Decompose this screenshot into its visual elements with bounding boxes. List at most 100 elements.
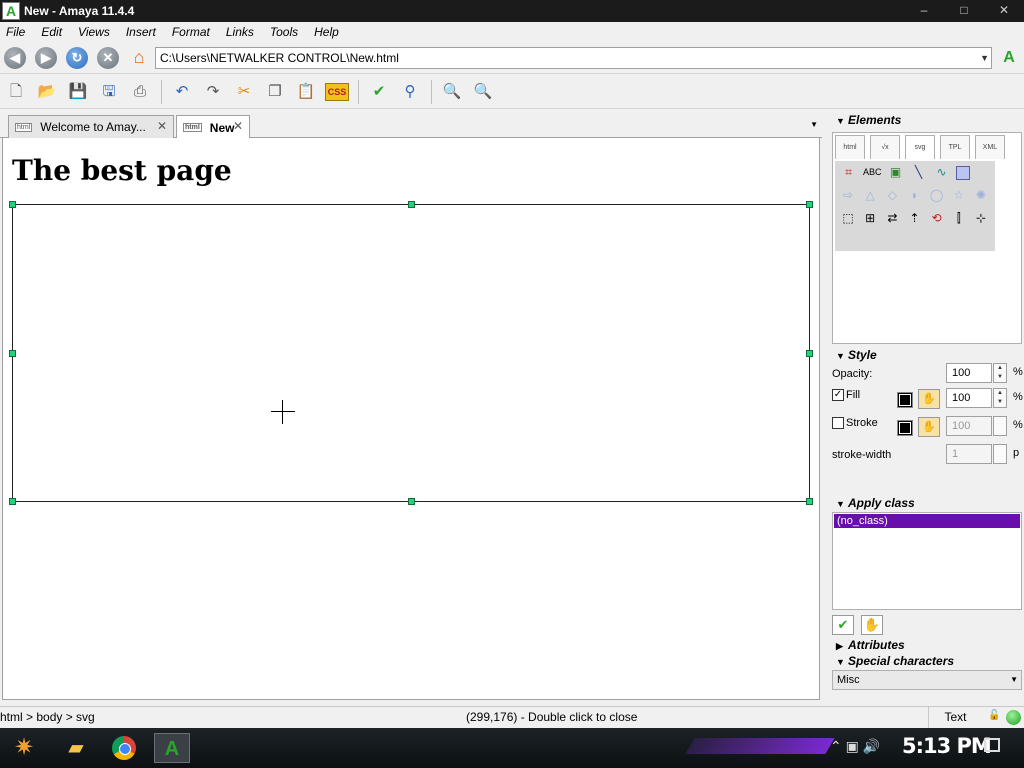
tab-new[interactable]: html New ✕ bbox=[176, 115, 250, 139]
save-button[interactable]: 💾 bbox=[66, 80, 90, 104]
network-icon[interactable]: ▣ bbox=[846, 738, 859, 754]
fill-checkbox[interactable]: ✓ bbox=[832, 389, 844, 402]
back-button[interactable]: ◀ bbox=[4, 46, 26, 69]
stroke-checkbox-row[interactable]: Stroke bbox=[832, 417, 878, 430]
new-document-button[interactable]: 🗋 bbox=[4, 80, 28, 104]
menu-views[interactable]: Views bbox=[76, 25, 112, 39]
distribute-icon[interactable]: ⫿ bbox=[951, 210, 967, 227]
svg-canvas-icon[interactable]: ⌗ bbox=[840, 164, 857, 181]
line-tool-icon[interactable]: ╲ bbox=[910, 164, 927, 181]
fill-color-picker-button[interactable]: ✋ bbox=[918, 389, 940, 409]
resize-handle-bottom-left[interactable] bbox=[9, 498, 16, 505]
class-list[interactable]: (no_class) bbox=[832, 512, 1022, 610]
undo-button[interactable]: ↶ bbox=[170, 80, 194, 104]
tab-template-elements[interactable]: TPL bbox=[940, 135, 970, 159]
menu-tools[interactable]: Tools bbox=[268, 25, 300, 39]
close-tab-icon[interactable]: ✕ bbox=[157, 119, 167, 133]
print-button[interactable]: ⎙ bbox=[128, 80, 152, 104]
special-characters-select[interactable]: Misc ▼ bbox=[832, 670, 1022, 690]
address-input[interactable]: C:\Users\NETWALKER CONTROL\New.html ▼ bbox=[155, 47, 992, 69]
open-button[interactable]: 📂 bbox=[35, 80, 59, 104]
svg-drawing-area[interactable] bbox=[9, 201, 813, 505]
stroke-checkbox[interactable] bbox=[832, 417, 844, 430]
star-shape-icon[interactable]: ☆ bbox=[951, 187, 967, 204]
home-button[interactable]: ⌂ bbox=[128, 47, 150, 69]
stroke-opacity-stepper[interactable] bbox=[993, 416, 1007, 436]
menu-edit[interactable]: Edit bbox=[39, 25, 64, 39]
address-dropdown-icon[interactable]: ▼ bbox=[980, 48, 989, 68]
special-characters-section-header[interactable]: ▼ Special characters bbox=[836, 654, 954, 668]
fill-checkbox-row[interactable]: ✓ Fill bbox=[832, 389, 860, 402]
align-icon[interactable]: ⇄ bbox=[884, 210, 900, 227]
triangle-shape-icon[interactable]: △ bbox=[862, 187, 878, 204]
save-as-button[interactable]: 🖫 bbox=[97, 80, 121, 104]
apply-class-section-header[interactable]: ▼ Apply class bbox=[836, 496, 915, 510]
amaya-taskbar-icon[interactable]: A bbox=[154, 733, 190, 763]
opacity-stepper[interactable]: ▲ ▼ bbox=[993, 363, 1007, 383]
class-list-item[interactable]: (no_class) bbox=[834, 514, 1020, 528]
menu-file[interactable]: File bbox=[4, 25, 27, 39]
page-heading[interactable]: The best page bbox=[12, 154, 232, 187]
resize-handle-bottom[interactable] bbox=[408, 498, 415, 505]
notifications-icon[interactable] bbox=[984, 738, 1000, 752]
callout-shape-icon[interactable]: ◯ bbox=[929, 187, 945, 204]
edit-class-button[interactable]: ✋ bbox=[861, 615, 883, 635]
stop-button[interactable]: ✕ bbox=[97, 46, 119, 69]
document-canvas[interactable]: The best page bbox=[2, 138, 820, 700]
css-button[interactable]: CSS bbox=[324, 80, 350, 104]
menu-links[interactable]: Links bbox=[224, 25, 256, 39]
tab-math-elements[interactable]: √x bbox=[870, 135, 900, 159]
zoom-in-button[interactable]: 🔍 bbox=[440, 80, 464, 104]
rectangle-tool-icon[interactable] bbox=[956, 165, 970, 180]
style-section-header[interactable]: ▼ Style bbox=[836, 348, 877, 362]
resize-handle-bottom-right[interactable] bbox=[806, 498, 813, 505]
rotate-icon[interactable]: ⟲ bbox=[929, 210, 945, 227]
file-explorer-icon[interactable]: ▰ bbox=[58, 733, 94, 763]
menu-insert[interactable]: Insert bbox=[124, 25, 158, 39]
spellcheck-button[interactable]: ✔ bbox=[367, 80, 391, 104]
close-tab-icon[interactable]: ✕ bbox=[233, 119, 243, 133]
element-path[interactable]: html > body > svg bbox=[0, 710, 95, 724]
apply-class-button[interactable]: ✔ bbox=[832, 615, 854, 635]
transform-icon[interactable]: ⊹ bbox=[973, 210, 989, 227]
curve-tool-icon[interactable]: ∿ bbox=[933, 164, 950, 181]
resize-handle-top-right[interactable] bbox=[806, 201, 813, 208]
diamond-shape-icon[interactable]: ◇ bbox=[884, 187, 900, 204]
stroke-color-swatch[interactable] bbox=[897, 420, 913, 436]
resize-handle-top[interactable] bbox=[408, 201, 415, 208]
elements-section-header[interactable]: ▼ Elements bbox=[836, 113, 901, 127]
menu-format[interactable]: Format bbox=[170, 25, 212, 39]
group-icon[interactable]: ⊞ bbox=[862, 210, 878, 227]
tab-xml-elements[interactable]: XML bbox=[975, 135, 1005, 159]
edit-mode-indicator[interactable]: Text bbox=[928, 707, 982, 728]
chrome-icon[interactable] bbox=[112, 736, 136, 760]
resize-handle-right[interactable] bbox=[806, 350, 813, 357]
paste-button[interactable]: 📋 bbox=[294, 80, 318, 104]
tab-svg-elements[interactable]: svg bbox=[905, 135, 935, 159]
stroke-width-stepper[interactable] bbox=[993, 444, 1007, 464]
burst-shape-icon[interactable]: ✺ bbox=[973, 187, 989, 204]
tab-list-dropdown-icon[interactable]: ▼ bbox=[810, 120, 818, 129]
amaya-logo-button[interactable]: A bbox=[998, 47, 1020, 69]
close-window-button[interactable]: ✕ bbox=[984, 0, 1024, 22]
redo-button[interactable]: ↷ bbox=[201, 80, 225, 104]
stroke-width-input[interactable]: 1 bbox=[946, 444, 992, 464]
volume-icon[interactable]: 🔊 bbox=[863, 738, 880, 754]
stroke-opacity-input[interactable]: 100 bbox=[946, 416, 992, 436]
half-circle-shape-icon[interactable]: ◗ bbox=[906, 187, 922, 204]
start-button-icon[interactable]: ✷ bbox=[6, 732, 42, 764]
cut-button[interactable]: ✂ bbox=[232, 80, 256, 104]
fill-opacity-input[interactable]: 100 bbox=[946, 388, 992, 408]
resize-handle-left[interactable] bbox=[9, 350, 16, 357]
select-area-icon[interactable]: ⬚ bbox=[840, 210, 856, 227]
maximize-button[interactable]: □ bbox=[944, 0, 984, 22]
copy-button[interactable]: ❐ bbox=[263, 80, 287, 104]
menu-help[interactable]: Help bbox=[312, 25, 341, 39]
bring-to-front-icon[interactable]: ⇡ bbox=[906, 210, 922, 227]
arrow-shape-icon[interactable]: ⇨ bbox=[840, 187, 856, 204]
unlock-icon[interactable]: 🔓 bbox=[988, 710, 1000, 721]
attributes-section-header[interactable]: ▶ Attributes bbox=[836, 638, 905, 652]
zoom-out-button[interactable]: 🔍 bbox=[471, 80, 495, 104]
fill-opacity-stepper[interactable]: ▲ ▼ bbox=[993, 388, 1007, 408]
resize-handle-top-left[interactable] bbox=[9, 201, 16, 208]
